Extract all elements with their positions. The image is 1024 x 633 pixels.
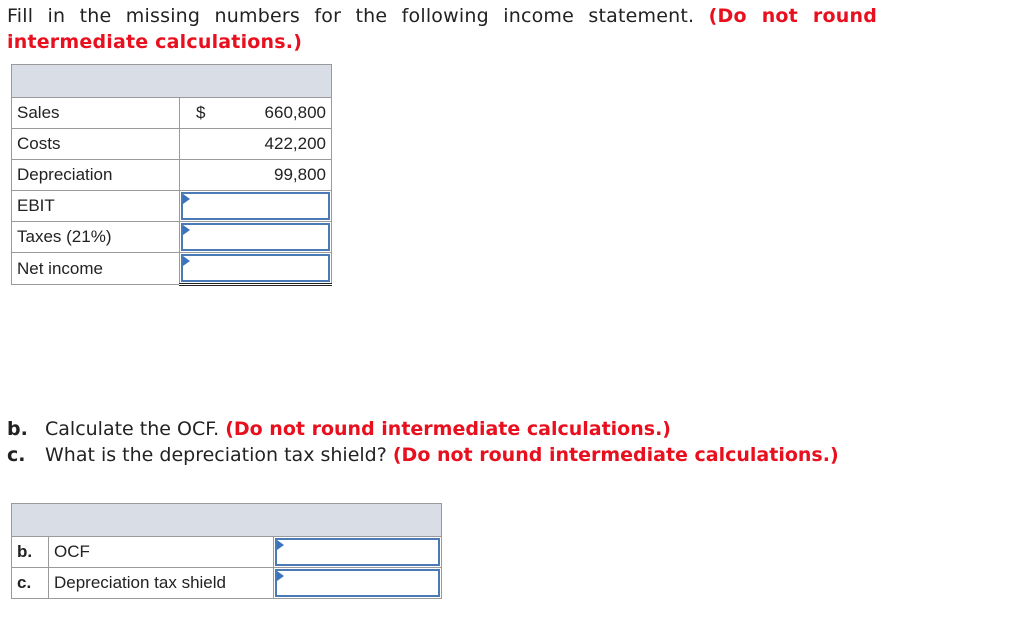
table-row-ocf: b. OCF (11, 536, 442, 568)
tax-shield-input[interactable] (277, 571, 438, 595)
ebit-input[interactable] (183, 194, 328, 218)
table-header-row (11, 503, 442, 537)
table-row-ebit: EBIT (11, 190, 332, 222)
part-text: Calculate the OCF. (45, 418, 220, 440)
part-b: b. Calculate the OCF. (Do not round inte… (7, 416, 839, 442)
row-label: Depreciation (11, 159, 180, 191)
sales-value: 660,800 (264, 103, 326, 122)
input-marker-icon (277, 540, 284, 550)
depreciation-value: 99,800 (179, 159, 332, 191)
part-emphasis: (Do not round intermediate calculations.… (392, 444, 839, 466)
table-row-costs: Costs 422,200 (11, 128, 332, 160)
row-label: Taxes (21%) (11, 221, 180, 253)
costs-value: 422,200 (179, 128, 332, 160)
part-letter: c. (7, 444, 26, 466)
currency-symbol: $ (196, 103, 206, 122)
row-label: EBIT (11, 190, 180, 222)
part-text: What is the depreciation tax shield? (45, 444, 387, 466)
input-marker-icon (183, 225, 190, 235)
table-row-sales: Sales $660,800 (11, 97, 332, 129)
table-row-net-income: Net income (11, 252, 332, 286)
table-row-tax-shield: c. Depreciation tax shield (11, 567, 442, 599)
row-label: OCF (48, 536, 274, 568)
prompt-text: Fill in the missing numbers for the foll… (7, 5, 695, 27)
table-row-depreciation: Depreciation 99,800 (11, 159, 332, 191)
row-letter: b. (11, 536, 49, 568)
table-header-row (11, 64, 332, 98)
row-label: Costs (11, 128, 180, 160)
part-letter: b. (7, 418, 28, 440)
input-marker-icon (183, 256, 190, 266)
input-marker-icon (183, 194, 190, 204)
question-prompt: Fill in the missing numbers for the foll… (7, 3, 877, 55)
row-label: Net income (11, 252, 180, 285)
question-parts: b. Calculate the OCF. (Do not round inte… (7, 416, 839, 468)
ocf-input[interactable] (277, 540, 438, 564)
taxes-input[interactable] (183, 225, 328, 249)
row-label: Sales (11, 97, 180, 129)
net-income-input[interactable] (183, 256, 328, 280)
table-row-taxes: Taxes (21%) (11, 221, 332, 253)
row-letter: c. (11, 567, 49, 599)
income-statement-table: Sales $660,800 Costs 422,200 Depreciatio… (11, 64, 332, 286)
part-c: c. What is the depreciation tax shield? … (7, 442, 839, 468)
answer-table: b. OCF c. Depreciation tax shield (11, 503, 442, 599)
input-marker-icon (277, 571, 284, 581)
part-emphasis: (Do not round intermediate calculations.… (225, 418, 671, 440)
row-label: Depreciation tax shield (48, 567, 274, 599)
